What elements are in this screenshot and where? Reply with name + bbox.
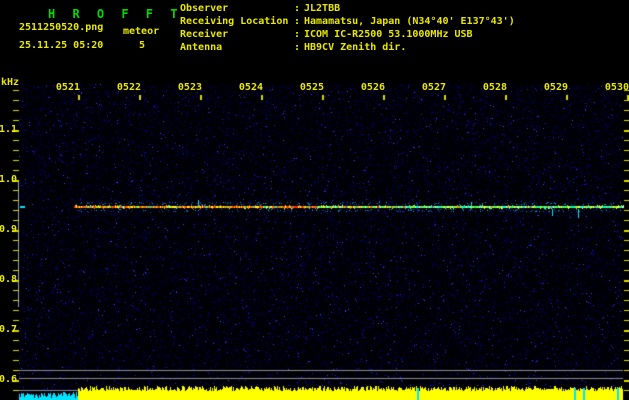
time-tick-label: 0524 — [238, 82, 263, 93]
hrofft-screen: H R O F F T 2511250520.png meteor 25.11.… — [0, 0, 629, 400]
freq-tick-label: 1.0 — [0, 174, 17, 185]
time-tick-label: 0527 — [421, 82, 446, 93]
freq-tick-label: 0.8 — [0, 274, 17, 285]
time-tick-label: 0530 — [604, 82, 629, 93]
time-tick-label: 0522 — [116, 82, 141, 93]
time-tick-label: 0521 — [55, 82, 80, 93]
time-tick-label: 0526 — [360, 82, 385, 93]
time-tick-label: 0523 — [177, 82, 202, 93]
time-tick-label: 0528 — [482, 82, 507, 93]
freq-tick-label: 1.1 — [0, 124, 17, 135]
freq-tick-label: 0.7 — [0, 324, 17, 335]
axis-labels-layer: 0521 0522 0523 0524 0525 0526 0527 0528 0529 0530… — [0, 0, 629, 400]
freq-tick-label: 0.6 — [0, 374, 17, 385]
time-tick-label: 0529 — [543, 82, 568, 93]
time-tick-label: 0525 — [299, 82, 324, 93]
freq-tick-label: 0.9 — [0, 224, 17, 235]
